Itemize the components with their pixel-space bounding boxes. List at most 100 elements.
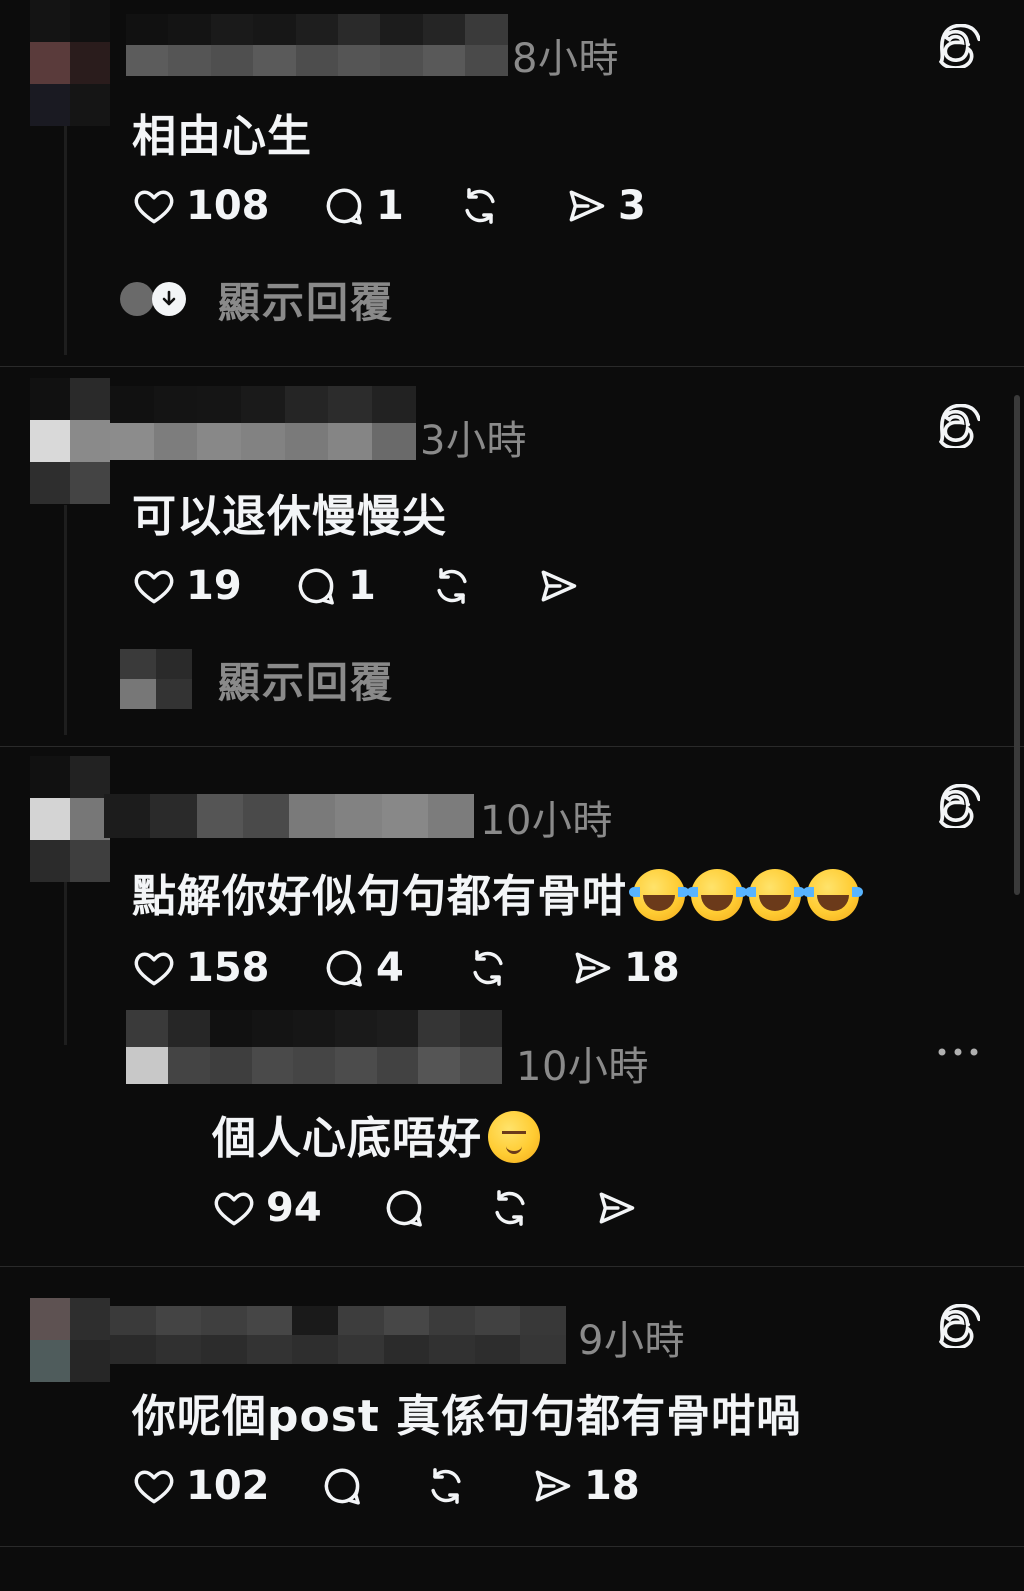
comment-icon <box>382 1186 426 1230</box>
comment-text: 點解你好似句句都有骨咁 <box>132 860 863 924</box>
username[interactable] <box>104 794 474 838</box>
repost-icon <box>458 184 502 228</box>
heart-icon <box>132 184 176 228</box>
like-button[interactable]: 108 <box>132 182 270 230</box>
repost-icon <box>466 946 510 990</box>
comment-icon <box>322 184 366 228</box>
scrollbar[interactable] <box>1014 395 1020 895</box>
avatar[interactable] <box>30 756 110 882</box>
comment-text: 可以退休慢慢尖 <box>132 491 447 542</box>
show-replies-label: 顯示回覆 <box>218 657 395 707</box>
laughing-emoji <box>803 869 863 921</box>
share-button[interactable] <box>594 1184 638 1232</box>
repost-icon <box>488 1186 532 1230</box>
divider <box>0 746 1024 747</box>
threads-icon[interactable] <box>936 24 980 68</box>
divider <box>0 1546 1024 1547</box>
show-replies-label: 顯示回覆 <box>218 277 395 327</box>
threads-icon[interactable] <box>936 784 980 828</box>
comment-feed: 8小時 相由心生 108 1 3 顯示回覆 3小時 可以退休慢慢尖 19 1 顯… <box>0 0 1024 1591</box>
avatar[interactable] <box>30 0 110 126</box>
repost-button[interactable] <box>424 1462 468 1510</box>
laughing-emoji <box>687 869 747 921</box>
share-button[interactable]: 3 <box>564 182 646 230</box>
share-count: 18 <box>624 945 680 991</box>
thread-line <box>64 125 67 355</box>
heart-icon <box>132 1464 176 1508</box>
relieved-emoji <box>488 1111 540 1163</box>
post-time: 3小時 <box>420 418 527 464</box>
comment-text: 相由心生 <box>132 111 312 162</box>
threads-icon[interactable] <box>936 1304 980 1348</box>
like-count: 158 <box>186 945 270 991</box>
reply-avatars <box>120 279 190 319</box>
comment-icon <box>320 1464 364 1508</box>
thread-line <box>64 880 67 1045</box>
show-replies-button[interactable]: 顯示回覆 <box>120 275 394 327</box>
reply-count: 1 <box>376 183 404 229</box>
avatar[interactable] <box>126 1010 210 1084</box>
like-button[interactable]: 94 <box>212 1184 322 1232</box>
reply-count: 4 <box>376 945 404 991</box>
send-icon <box>536 564 580 608</box>
share-button[interactable]: 18 <box>530 1462 640 1510</box>
share-count: 3 <box>618 183 646 229</box>
like-count: 19 <box>186 563 242 609</box>
heart-icon <box>132 946 176 990</box>
repost-button[interactable] <box>488 1184 532 1232</box>
avatar <box>120 282 154 316</box>
heart-icon <box>212 1186 256 1230</box>
send-icon <box>530 1464 574 1508</box>
username[interactable] <box>126 14 508 76</box>
reply-avatars <box>120 649 192 709</box>
share-button[interactable]: 18 <box>570 944 680 992</box>
send-icon <box>564 184 608 228</box>
username[interactable] <box>110 386 416 460</box>
avatar[interactable] <box>30 378 110 504</box>
comment-icon <box>322 946 366 990</box>
reply-button[interactable]: 4 <box>322 944 404 992</box>
more-icon[interactable] <box>936 1042 980 1062</box>
share-button[interactable] <box>536 562 580 610</box>
arrow-down-icon <box>152 282 186 316</box>
threads-icon[interactable] <box>936 404 980 448</box>
post-time: 9小時 <box>578 1318 685 1364</box>
username[interactable] <box>210 1010 502 1084</box>
reply-text: 個人心底唔好 <box>212 1102 540 1166</box>
like-button[interactable]: 19 <box>132 562 242 610</box>
like-count: 102 <box>186 1463 270 1509</box>
avatar[interactable] <box>30 1298 110 1382</box>
divider <box>0 1266 1024 1267</box>
send-icon <box>570 946 614 990</box>
laughing-emoji <box>629 869 689 921</box>
post-time: 8小時 <box>512 36 619 82</box>
heart-icon <box>132 564 176 608</box>
post-time: 10小時 <box>480 798 613 844</box>
username[interactable] <box>110 1306 566 1364</box>
reply-count: 1 <box>348 563 376 609</box>
reply-button[interactable] <box>320 1462 364 1510</box>
like-count: 108 <box>186 183 270 229</box>
send-icon <box>594 1186 638 1230</box>
reply-button[interactable] <box>382 1184 426 1232</box>
reply-time: 10小時 <box>516 1044 649 1090</box>
divider <box>0 366 1024 367</box>
like-button[interactable]: 158 <box>132 944 270 992</box>
repost-button[interactable] <box>466 944 510 992</box>
repost-button[interactable] <box>458 182 502 230</box>
comment-text-body: 點解你好似句句都有骨咁 <box>132 871 627 922</box>
reply-button[interactable]: 1 <box>322 182 404 230</box>
repost-button[interactable] <box>430 562 474 610</box>
thread-line <box>64 505 67 735</box>
share-count: 18 <box>584 1463 640 1509</box>
repost-icon <box>424 1464 468 1508</box>
like-button[interactable]: 102 <box>132 1462 270 1510</box>
laughing-emoji <box>745 869 805 921</box>
reply-text-body: 個人心底唔好 <box>212 1113 482 1164</box>
repost-icon <box>430 564 474 608</box>
comment-icon <box>294 564 338 608</box>
comment-text: 你呢個post 真係句句都有骨咁喎 <box>132 1391 802 1442</box>
like-count: 94 <box>266 1185 322 1231</box>
show-replies-button[interactable]: 顯示回覆 <box>120 649 394 709</box>
reply-button[interactable]: 1 <box>294 562 376 610</box>
